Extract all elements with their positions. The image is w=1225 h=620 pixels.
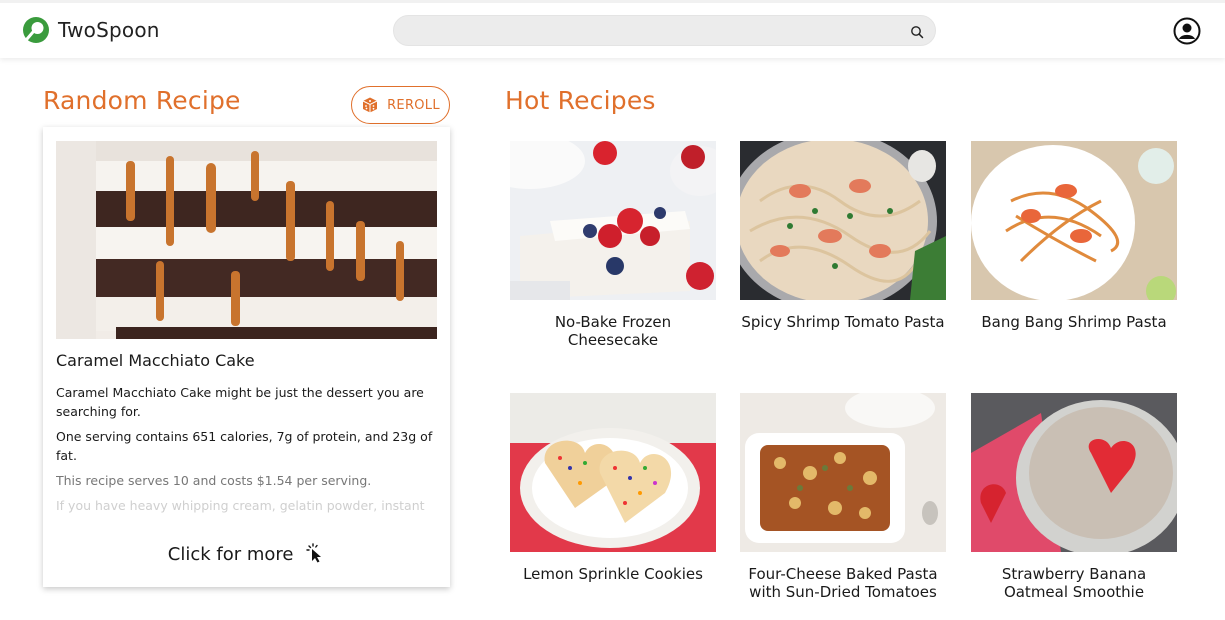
random-recipe-title: Caramel Macchiato Cake xyxy=(56,351,255,370)
random-recipe-description: Caramel Macchiato Cake might be just the… xyxy=(56,383,441,513)
recipe-image-spicy-shrimp-tomato-pasta[interactable] xyxy=(740,141,946,300)
description-line: One serving contains 651 calories, 7g of… xyxy=(56,429,433,463)
dice-icon xyxy=(361,96,379,114)
search-bar[interactable] xyxy=(393,15,936,46)
search-icon[interactable] xyxy=(910,24,924,39)
hot-recipe-card[interactable]: Four-Cheese Baked Pasta with Sun-Dried T… xyxy=(740,393,946,601)
hot-recipe-card[interactable]: Spicy Shrimp Tomato Pasta xyxy=(740,141,946,331)
brand-logo[interactable]: TwoSpoon xyxy=(22,16,160,44)
recipe-image-lemon-sprinkle-cookies[interactable] xyxy=(510,393,716,552)
hot-recipe-title: Bang Bang Shrimp Pasta xyxy=(981,313,1167,331)
recipe-image-bang-bang-shrimp-pasta[interactable] xyxy=(971,141,1177,300)
hot-recipe-title: Spicy Shrimp Tomato Pasta xyxy=(741,313,945,331)
recipe-image-caramel-macchiato-cake[interactable] xyxy=(56,141,437,339)
reroll-label: REROLL xyxy=(387,97,440,113)
click-for-more-label: Click for more xyxy=(167,544,294,565)
reroll-button[interactable]: REROLL xyxy=(351,86,450,124)
recipe-image-no-bake-frozen-cheesecake[interactable] xyxy=(510,141,716,300)
top-navbar: TwoSpoon xyxy=(0,0,1225,58)
description-line: Caramel Macchiato Cake might be just the… xyxy=(56,385,424,419)
recipe-image-strawberry-banana-oatmeal-smoothie[interactable] xyxy=(971,393,1177,552)
random-recipe-card[interactable]: Caramel Macchiato Cake Caramel Macchiato… xyxy=(43,127,450,587)
hot-recipe-title: No-Bake Frozen Cheesecake xyxy=(554,313,672,349)
brand-name: TwoSpoon xyxy=(58,18,160,42)
search-input[interactable] xyxy=(408,16,888,45)
description-line: If you have heavy whipping cream, gelati… xyxy=(56,498,425,513)
hot-recipe-card[interactable]: No-Bake Frozen Cheesecake xyxy=(510,141,716,349)
hot-recipe-title: Lemon Sprinkle Cookies xyxy=(523,565,703,583)
click-for-more-link[interactable]: Click for more xyxy=(43,543,450,565)
hot-recipe-card[interactable]: Bang Bang Shrimp Pasta xyxy=(971,141,1177,331)
recipe-image-four-cheese-baked-pasta[interactable] xyxy=(740,393,946,552)
twospoon-logo-icon xyxy=(22,16,50,44)
click-cursor-icon xyxy=(305,543,325,563)
hot-recipe-card[interactable]: Strawberry Banana Oatmeal Smoothie xyxy=(971,393,1177,601)
random-recipe-heading: Random Recipe xyxy=(43,86,241,115)
hot-recipe-title: Four-Cheese Baked Pasta with Sun-Dried T… xyxy=(748,565,938,601)
hot-recipes-heading: Hot Recipes xyxy=(505,86,656,115)
hot-recipe-title: Strawberry Banana Oatmeal Smoothie xyxy=(1001,565,1147,601)
hot-recipe-card[interactable]: Lemon Sprinkle Cookies xyxy=(510,393,716,583)
account-circle-icon[interactable] xyxy=(1173,17,1201,45)
description-line: This recipe serves 10 and costs $1.54 pe… xyxy=(56,473,372,488)
